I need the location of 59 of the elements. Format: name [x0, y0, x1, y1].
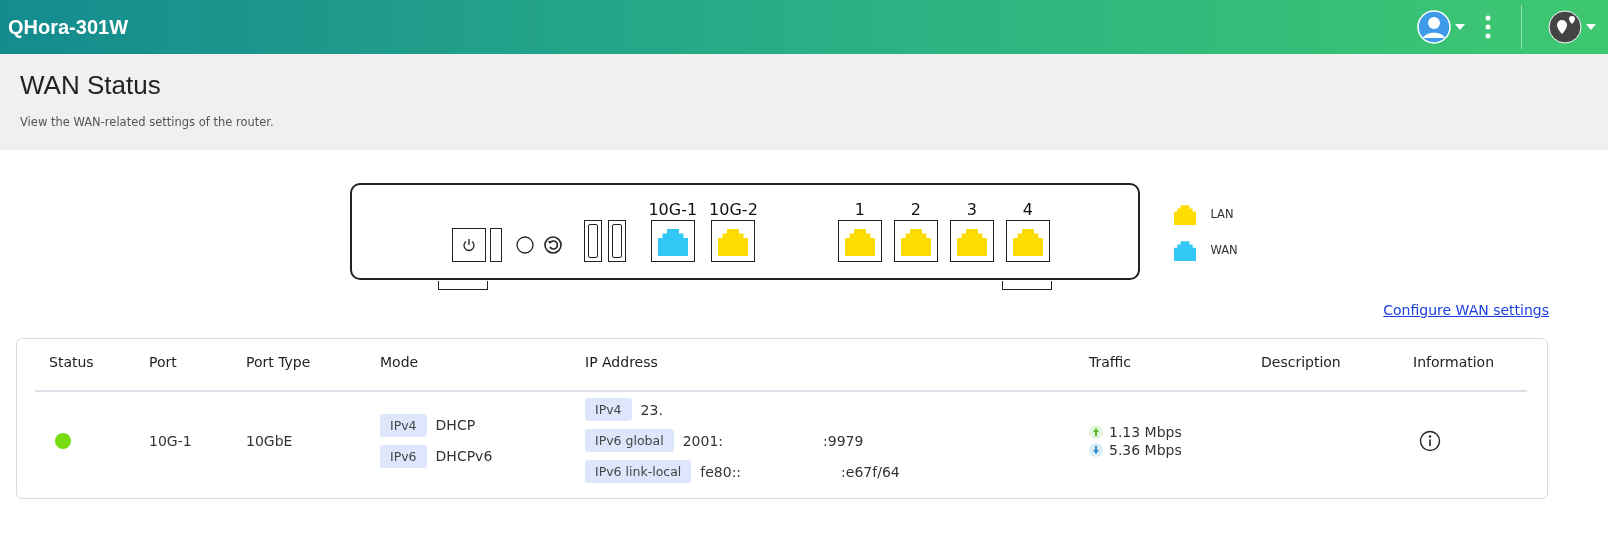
app-title: QHora-301W: [8, 15, 130, 39]
power-icon: [452, 228, 487, 262]
location-menu[interactable]: [1548, 10, 1596, 44]
column-header: Traffic: [1089, 353, 1133, 372]
usb-port-icon: [584, 220, 603, 262]
column-header: Information: [1413, 353, 1496, 372]
port-icon: [956, 226, 987, 256]
button-hole-icon: [516, 236, 535, 254]
table-cell-text: 10GbE: [246, 432, 294, 449]
port-label: 4: [1022, 200, 1033, 220]
upload-rate: 1.13 Mbps: [1109, 423, 1182, 440]
ip-address-part: fe80::: [700, 463, 742, 480]
caret-icon: [1586, 24, 1596, 30]
reset-icon: [544, 236, 563, 254]
port-icon: [900, 226, 931, 256]
protocol-tag: IPv6: [380, 444, 427, 468]
account-menu[interactable]: [1417, 10, 1465, 44]
ip-address-part: :9979: [823, 432, 864, 449]
user-avatar-icon: [1417, 10, 1451, 44]
protocol-tag: IPv6 global: [585, 429, 674, 452]
port-label: 1: [854, 200, 865, 220]
download-icon: [1089, 442, 1103, 457]
port-label: 10G-1: [648, 200, 698, 220]
upload-icon: [1089, 424, 1103, 439]
port-label: 10G-2: [709, 200, 758, 220]
port-icon: [1174, 203, 1197, 225]
protocol-tag: IPv6 link-local: [585, 460, 692, 483]
legend-label: LAN: [1210, 207, 1234, 221]
port-label: 2: [910, 200, 921, 220]
table-cell-text: 10G-1: [149, 432, 193, 449]
usb-port-icon: [608, 220, 627, 262]
map-pin-icon: [1548, 10, 1582, 44]
port-icon: [657, 226, 688, 256]
caret-icon: [1455, 24, 1465, 30]
column-header: Status: [49, 353, 95, 372]
legend-label: WAN: [1210, 243, 1238, 257]
column-header: Description: [1261, 353, 1342, 372]
port-icon: [718, 226, 749, 256]
switch-icon: [490, 228, 503, 262]
column-header: Mode: [380, 353, 420, 372]
column-header: Port Type: [246, 353, 312, 372]
port-label: 3: [966, 200, 977, 220]
ip-address-part: 23.: [640, 401, 663, 418]
protocol-tag: IPv4: [585, 398, 632, 421]
download-rate: 5.36 Mbps: [1109, 441, 1182, 458]
port-icon: [844, 226, 875, 256]
configure-wan-link[interactable]: Configure WAN settings: [1383, 302, 1549, 318]
mode-value: DHCP: [435, 417, 476, 433]
column-header: Port: [149, 353, 178, 372]
port-icon: [1012, 226, 1043, 256]
mode-value: DHCPv6: [435, 448, 493, 464]
page-title: WAN Status: [20, 70, 162, 101]
info-icon[interactable]: [1419, 429, 1441, 452]
page-subtitle: View the WAN-related settings of the router.: [20, 115, 275, 129]
column-header: IP Address: [585, 353, 659, 372]
ip-address-part: :e67f/64: [841, 463, 900, 480]
protocol-tag: IPv4: [380, 413, 427, 437]
port-icon: [1174, 239, 1197, 261]
ip-address-part: 2001:: [682, 432, 724, 449]
